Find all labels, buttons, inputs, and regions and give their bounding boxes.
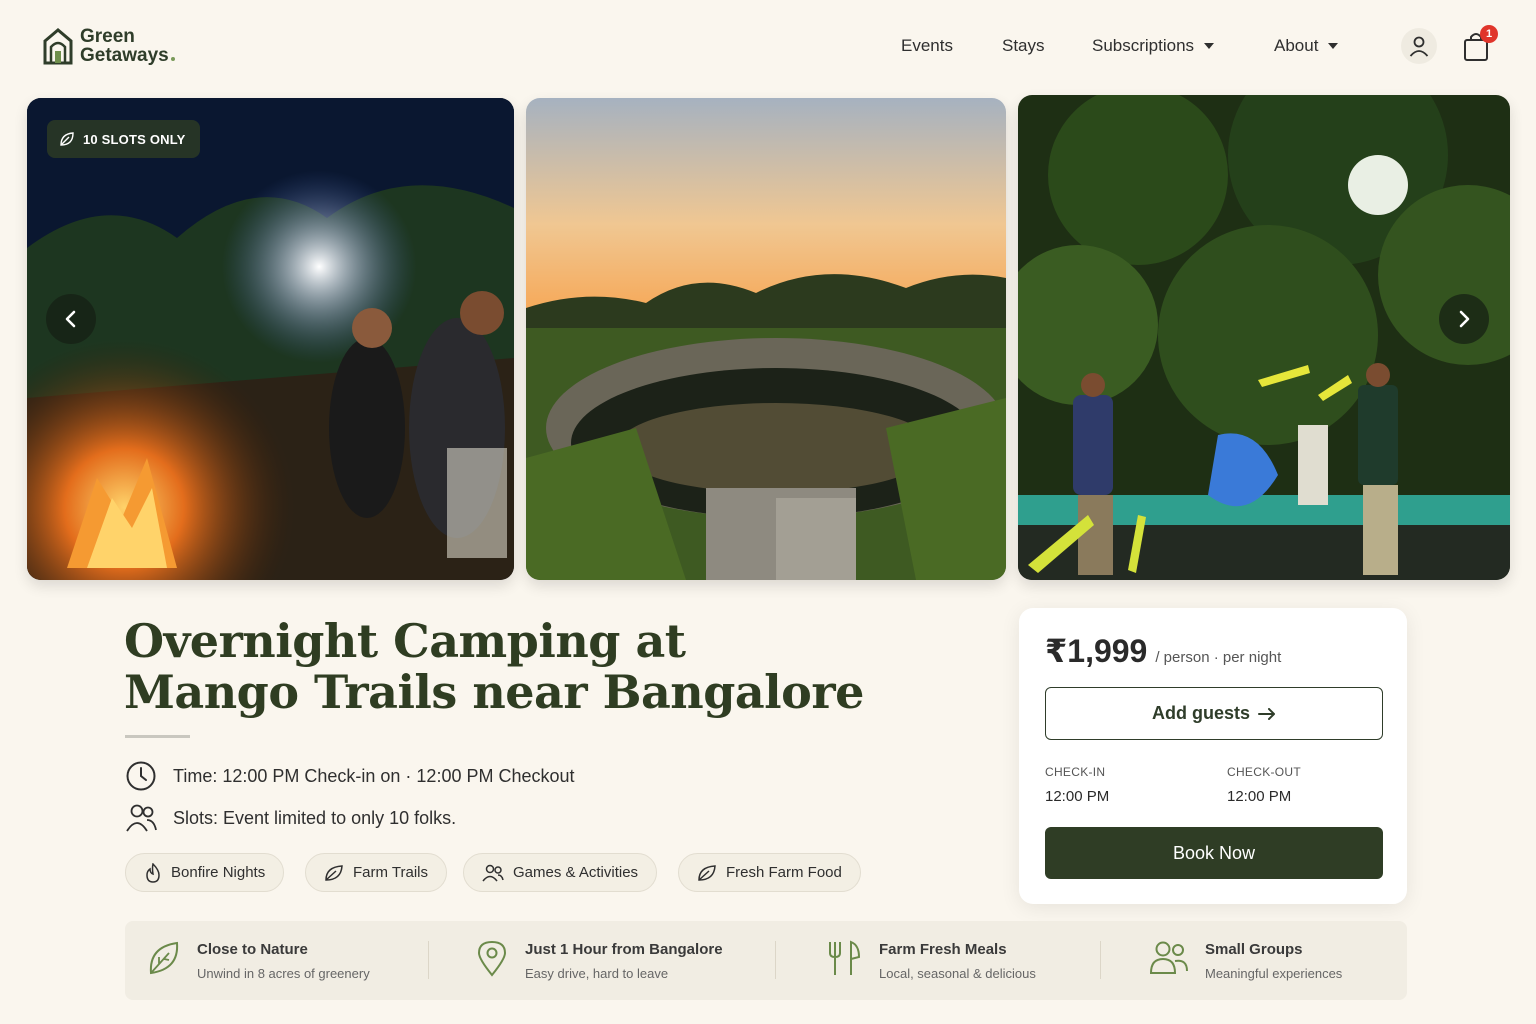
- chevron-down-icon: [1328, 43, 1339, 49]
- event-title-line2: Mango Trails near Bangalore: [124, 665, 864, 719]
- feature-divider: [428, 941, 429, 979]
- chip-label: Fresh Farm Food: [726, 864, 842, 881]
- slots-only-badge: 10 SLOTS ONLY: [47, 120, 200, 158]
- games-activities-photo[interactable]: [1018, 95, 1510, 580]
- book-now-button[interactable]: Book Now: [1045, 827, 1383, 879]
- leaf-icon: [325, 864, 343, 881]
- checkout-label: CHECK-OUT: [1227, 765, 1302, 779]
- event-title: Overnight Camping at Mango Trails near B…: [124, 616, 884, 718]
- location-pin-icon: [477, 940, 507, 977]
- gallery-next-button[interactable]: [1439, 294, 1489, 344]
- nav-about-label: About: [1274, 36, 1319, 55]
- games-image: [1018, 95, 1510, 580]
- title-divider: [125, 735, 190, 738]
- feature-title: Farm Fresh Meals: [879, 941, 1007, 958]
- bonfire-image: [27, 98, 514, 580]
- event-title-line1: Overnight Camping at: [124, 614, 686, 668]
- price-value: ₹1,999: [1045, 633, 1148, 669]
- nav-events[interactable]: Events: [901, 36, 953, 56]
- clock-icon: [126, 761, 156, 791]
- price-row: ₹1,999 / person · per night: [1045, 632, 1281, 670]
- main-nav: Events Stays Subscriptions About: [0, 36, 1536, 58]
- fork-knife-icon: [829, 940, 861, 975]
- feature-small-groups: Small Groups Meaningful experiences: [1149, 939, 1342, 981]
- cart-count-badge: 1: [1480, 25, 1498, 43]
- pond-image: [526, 98, 1006, 580]
- chip-label: Games & Activities: [513, 864, 639, 881]
- feature-title: Just 1 Hour from Bangalore: [525, 941, 723, 958]
- feature-title: Close to Nature: [197, 941, 308, 958]
- chip-games-activities[interactable]: Games & Activities: [463, 853, 658, 892]
- nav-events-label: Events: [901, 36, 953, 55]
- feature-distance: Just 1 Hour from Bangalore Easy drive, h…: [475, 939, 723, 981]
- feature-subtitle: Unwind in 8 acres of greenery: [197, 966, 370, 981]
- feature-subtitle: Meaningful experiences: [1205, 966, 1343, 981]
- bonfire-night-photo[interactable]: [27, 98, 514, 580]
- nav-subscriptions-label: Subscriptions: [1092, 36, 1195, 55]
- feature-divider: [775, 941, 776, 979]
- feature-farm-fresh-meals: Farm Fresh Meals Local, seasonal & delic…: [825, 939, 1036, 981]
- nav-stays-label: Stays: [1002, 36, 1045, 55]
- feature-subtitle: Easy drive, hard to leave: [525, 966, 669, 981]
- chip-label: Farm Trails: [353, 864, 428, 881]
- leaf-icon: [149, 941, 179, 975]
- nav-subscriptions[interactable]: Subscriptions: [1092, 36, 1215, 56]
- feature-divider: [1100, 941, 1101, 979]
- arrow-right-icon: [1258, 707, 1275, 720]
- user-icon: [1409, 36, 1429, 57]
- feature-subtitle: Local, seasonal & delicious: [879, 966, 1036, 981]
- feature-title: Small Groups: [1205, 941, 1303, 958]
- nav-about[interactable]: About: [1274, 36, 1339, 56]
- gallery-prev-button[interactable]: [46, 294, 96, 344]
- event-time-text: Time: 12:00 PM Check-in on · 12:00 PM Ch…: [173, 765, 575, 786]
- slots-badge-label: 10 SLOTS ONLY: [83, 131, 186, 147]
- nav-stays[interactable]: Stays: [1002, 36, 1045, 56]
- chip-fresh-farm-food[interactable]: Fresh Farm Food: [678, 853, 861, 892]
- event-time-row: Time: 12:00 PM Check-in on · 12:00 PM Ch…: [125, 760, 575, 792]
- booking-card: ₹1,999 / person · per night Add guests C…: [1019, 608, 1407, 904]
- add-guests-label: Add guests: [1151, 703, 1250, 723]
- leaf-icon: [698, 864, 716, 881]
- feature-close-to-nature: Close to Nature Unwind in 8 acres of gre…: [147, 939, 370, 981]
- people-icon: [1149, 941, 1188, 974]
- chevron-left-icon: [65, 310, 76, 328]
- chip-label: Bonfire Nights: [171, 864, 266, 881]
- chip-farm-trails[interactable]: Farm Trails: [305, 853, 447, 892]
- people-icon: [126, 804, 157, 832]
- farm-pond-sunset-photo[interactable]: [526, 98, 1006, 580]
- checkin-value: 12:00 PM: [1045, 788, 1110, 805]
- chevron-down-icon: [1204, 43, 1215, 49]
- chip-bonfire-nights[interactable]: Bonfire Nights: [125, 853, 285, 892]
- flame-icon: [146, 862, 160, 883]
- event-slots-text: Slots: Event limited to only 10 folks.: [173, 807, 457, 828]
- book-now-label: Book Now: [1172, 842, 1256, 863]
- chevron-right-icon: [1459, 310, 1470, 328]
- leaf-icon: [60, 132, 74, 146]
- people-icon: [482, 864, 504, 881]
- features-bar: Close to Nature Unwind in 8 acres of gre…: [125, 921, 1407, 1000]
- site-header: Green Getaways Events Stays Subscription…: [0, 0, 1536, 94]
- checkin-label: CHECK-IN: [1045, 765, 1106, 779]
- add-guests-button[interactable]: Add guests: [1045, 687, 1383, 740]
- account-button[interactable]: [1401, 28, 1437, 64]
- price-unit: / person · per night: [1155, 649, 1282, 666]
- event-slots-row: Slots: Event limited to only 10 folks.: [125, 803, 456, 833]
- checkout-value: 12:00 PM: [1227, 788, 1292, 805]
